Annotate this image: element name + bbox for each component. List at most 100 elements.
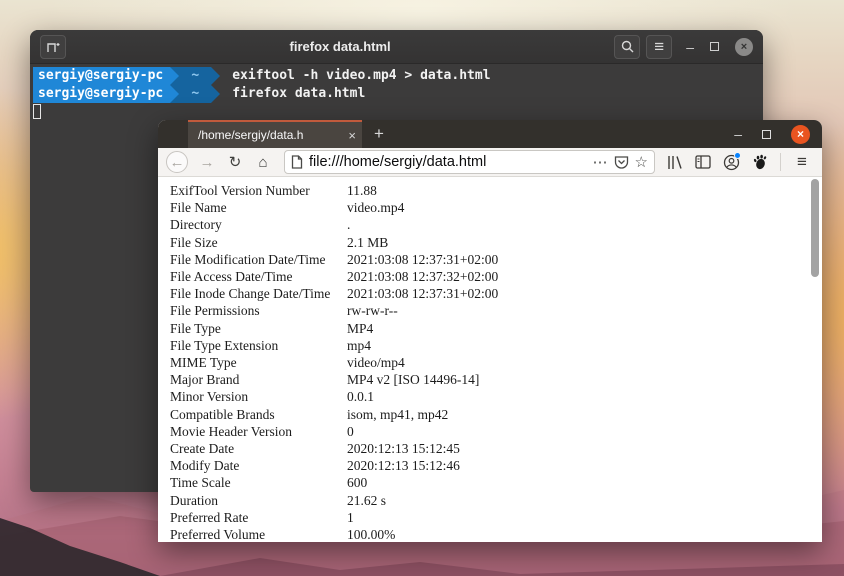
exif-label: Minor Version <box>170 389 249 405</box>
firefox-navbar: ← → ↻ ⌂ file:///home/sergiy/data.html ⋯ <box>158 148 822 177</box>
exif-label: File Inode Change Date/Time <box>170 286 331 302</box>
exif-value: 600 <box>347 475 368 491</box>
exif-label: Preferred Volume <box>170 527 266 542</box>
terminal-close-button[interactable]: × <box>735 37 753 56</box>
exif-value: MP4 <box>347 320 374 336</box>
new-tab-icon <box>47 42 60 52</box>
sidebar-button[interactable] <box>691 150 715 174</box>
powerline-arrow-icon <box>170 85 180 103</box>
reload-button[interactable]: ↻ <box>222 150 248 174</box>
forward-button[interactable]: → <box>194 150 220 174</box>
terminal-titlebar[interactable]: firefox data.html ≡ – × <box>30 30 763 64</box>
tab-close-button[interactable]: × <box>348 128 356 143</box>
hamburger-icon: ≡ <box>654 36 665 56</box>
gnome-extension-button[interactable] <box>747 150 771 174</box>
back-button[interactable]: ← <box>166 151 188 173</box>
bookmark-star-icon[interactable]: ☆ <box>635 153 648 171</box>
table-row: ExifTool Version Number 11.88 <box>170 182 822 199</box>
page-actions-icon[interactable]: ⋯ <box>593 153 608 171</box>
hamburger-icon: ≡ <box>797 152 807 171</box>
exif-value: 0 <box>347 423 354 439</box>
table-row: File Name video.mp4 <box>170 199 822 216</box>
firefox-maximize-button[interactable] <box>762 129 771 139</box>
prompt-path: ~ <box>179 67 212 85</box>
terminal-search-button[interactable] <box>614 34 641 59</box>
account-button[interactable] <box>719 150 743 174</box>
exif-label: Major Brand <box>170 372 240 388</box>
reload-icon: ↻ <box>228 154 242 171</box>
exif-value: MP4 v2 [ISO 14496-14] <box>347 372 480 388</box>
exif-value: isom, mp41, mp42 <box>347 406 449 422</box>
table-row: Time Scale 600 <box>170 474 822 491</box>
exif-value: 21.62 s <box>347 492 387 508</box>
table-row: MIME Type video/mp4 <box>170 354 822 371</box>
table-row: Preferred Volume 100.00% <box>170 526 822 542</box>
terminal-cursor <box>33 104 41 119</box>
exif-value: 2.1 MB <box>347 234 389 250</box>
exif-value: video.mp4 <box>347 200 405 216</box>
table-row: Preferred Rate 1 <box>170 509 822 526</box>
menu-button[interactable]: ≡ <box>790 150 814 174</box>
table-row: File Type Extension mp4 <box>170 337 822 354</box>
new-tab-button[interactable]: + <box>362 120 396 148</box>
url-bar[interactable]: file:///home/sergiy/data.html ⋯ ☆ <box>284 150 655 174</box>
exif-value: 1 <box>347 509 354 525</box>
terminal-minimize-button[interactable]: – <box>686 40 694 54</box>
table-row: Duration 21.62 s <box>170 492 822 509</box>
firefox-minimize-button[interactable]: – <box>734 127 742 141</box>
table-row: File Size 2.1 MB <box>170 234 822 251</box>
prompt-user: sergiy@sergiy-pc <box>33 67 171 85</box>
command-text: exiftool -h video.mp4 > data.html <box>232 68 491 83</box>
scrollbar-thumb[interactable] <box>811 179 819 277</box>
exif-value: 11.88 <box>347 183 377 198</box>
exif-label: ExifTool Version Number <box>170 183 310 198</box>
table-row: Movie Header Version 0 <box>170 423 822 440</box>
exif-label: Create Date <box>170 441 235 457</box>
browser-tab[interactable]: /home/sergiy/data.h × <box>188 120 362 148</box>
table-row: File Type MP4 <box>170 320 822 337</box>
terminal-maximize-button[interactable] <box>710 42 719 51</box>
exif-label: Directory <box>170 217 222 233</box>
firefox-window: /home/sergiy/data.h × + – × ← → ↻ ⌂ file… <box>158 120 822 542</box>
exif-value: rw-rw-r-- <box>347 303 398 319</box>
terminal-body[interactable]: sergiy@sergiy-pc ~ exiftool -h video.mp4… <box>30 64 763 121</box>
terminal-new-tab-button[interactable] <box>40 34 66 59</box>
library-button[interactable] <box>663 150 687 174</box>
page-content[interactable]: ExifTool Version Number 11.88 File Name … <box>158 177 822 542</box>
table-row: Modify Date 2020:12:13 15:12:46 <box>170 457 822 474</box>
gnome-foot-icon <box>753 154 766 170</box>
exif-label: Time Scale <box>170 475 231 491</box>
home-button[interactable]: ⌂ <box>250 150 276 174</box>
exif-label: Duration <box>170 492 218 508</box>
exif-value: 100.00% <box>347 527 396 542</box>
search-icon <box>621 40 634 53</box>
firefox-tabbar[interactable]: /home/sergiy/data.h × + – × <box>158 120 822 148</box>
table-row: Major Brand MP4 v2 [ISO 14496-14] <box>170 371 822 388</box>
url-text[interactable]: file:///home/sergiy/data.html <box>309 154 587 170</box>
exif-value: 2020:12:13 15:12:45 <box>347 441 460 457</box>
tabbar-drag-area[interactable] <box>396 120 734 148</box>
terminal-prompt-line: sergiy@sergiy-pc ~ exiftool -h video.mp4… <box>33 67 763 85</box>
powerline-arrow-icon <box>211 67 221 85</box>
table-row: File Modification Date/Time 2021:03:08 1… <box>170 251 822 268</box>
page-icon <box>291 155 303 169</box>
tab-title: /home/sergiy/data.h <box>198 128 304 142</box>
prompt-user: sergiy@sergiy-pc <box>33 85 171 103</box>
table-row: File Inode Change Date/Time 2021:03:08 1… <box>170 285 822 302</box>
firefox-close-button[interactable]: × <box>791 124 810 144</box>
home-icon: ⌂ <box>258 153 268 171</box>
exif-value: video/mp4 <box>347 355 405 371</box>
table-row: Compatible Brands isom, mp41, mp42 <box>170 406 822 423</box>
exif-label: File Type <box>170 320 221 336</box>
terminal-title: firefox data.html <box>289 39 391 54</box>
exif-value: 2021:03:08 12:37:32+02:00 <box>347 269 499 285</box>
exif-value: mp4 <box>347 337 372 353</box>
exif-value: 2021:03:08 12:37:31+02:00 <box>347 286 499 302</box>
exif-value: 0.0.1 <box>347 389 374 405</box>
exif-label: File Permissions <box>170 303 260 319</box>
sidebar-icon <box>695 155 711 169</box>
prompt-path: ~ <box>179 85 212 103</box>
pocket-icon[interactable] <box>614 155 629 169</box>
terminal-menu-button[interactable]: ≡ <box>646 34 673 59</box>
exif-label: File Size <box>170 234 218 250</box>
